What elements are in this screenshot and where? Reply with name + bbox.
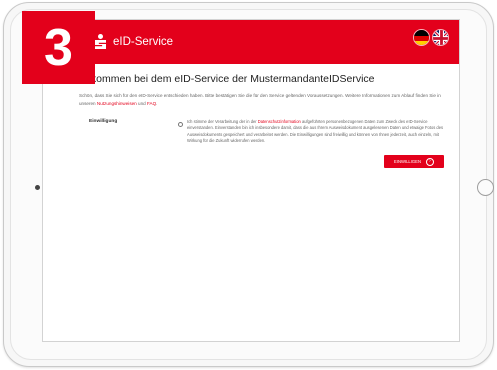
header-bar: eID-Service <box>43 20 459 64</box>
app-screen: eID-Service <box>42 19 460 342</box>
page-title: Willkommen bei dem eID-Service der Muste… <box>74 73 375 85</box>
consent-submit-label: EINWILLIGEN <box>394 159 421 164</box>
faq-link[interactable]: FAQ <box>147 101 156 106</box>
consent-text: Ich stimme der Verarbeitung der in der D… <box>187 119 444 144</box>
consent-text-start: Ich stimme der Verarbeitung der in der <box>187 119 257 124</box>
intro-text: Schön, dass Sie sich für den eID-Service… <box>79 93 441 106</box>
privacy-info-link[interactable]: Datenschutzinformation <box>258 119 301 124</box>
chevron-right-circle-icon: › <box>426 157 434 166</box>
consent-submit-button[interactable]: EINWILLIGEN › <box>384 155 444 168</box>
german-flag-icon[interactable] <box>413 29 430 46</box>
usage-notes-link[interactable]: Nutzungshinweisen <box>97 101 137 106</box>
language-switcher <box>413 29 449 46</box>
intro-text-and: und <box>138 101 146 106</box>
consent-label: Einwilligung <box>89 119 118 124</box>
uk-flag-icon[interactable] <box>432 29 449 46</box>
brand-name: eID-Service <box>113 35 174 48</box>
brand[interactable]: eID-Service <box>95 34 173 49</box>
consent-radio[interactable] <box>178 122 183 127</box>
camera-icon <box>35 185 40 190</box>
home-button[interactable] <box>477 179 494 196</box>
step-number-badge: 3 <box>22 11 95 84</box>
sparkasse-logo-icon <box>95 34 106 49</box>
